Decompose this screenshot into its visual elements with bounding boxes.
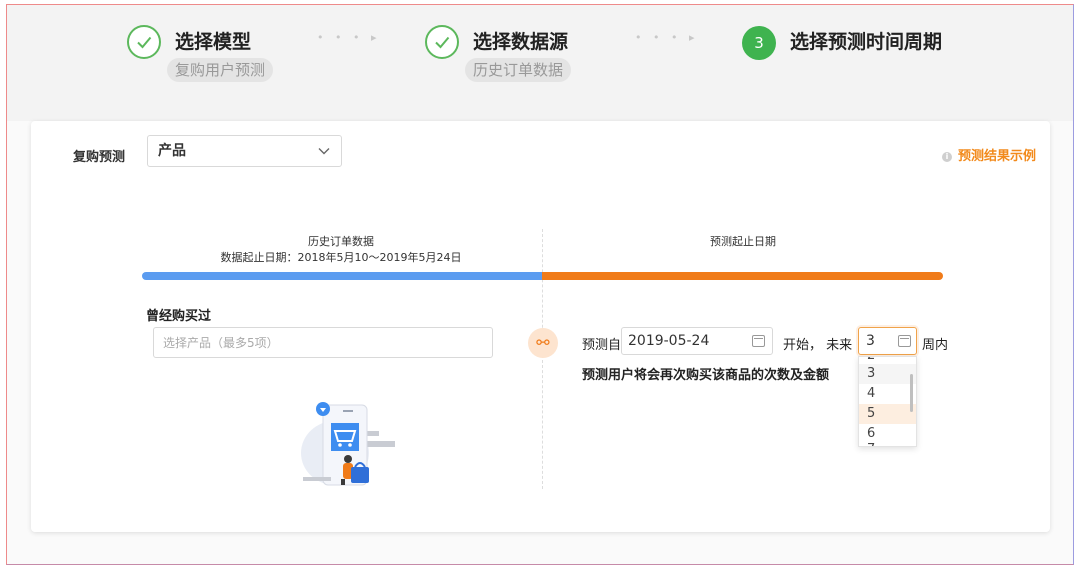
step-3-number: 3 — [742, 26, 776, 60]
calendar-icon — [752, 335, 765, 347]
future-label: 未来 — [826, 338, 853, 353]
history-title: 历史订单数据 — [308, 235, 374, 248]
shopping-illustration-icon — [301, 402, 395, 486]
predict-from-label: 预测自 — [582, 338, 622, 353]
type-select-value: 产品 — [158, 143, 186, 159]
predict-description: 预测用户将会再次购买该商品的次数及金额 — [582, 368, 830, 383]
calendar-icon — [898, 335, 911, 347]
begin-label: 开始， — [783, 338, 823, 353]
history-range: 数据起止日期：2018年5月10～2019年5月24日 — [220, 251, 462, 264]
begin-future-label: 开始， 未来 — [783, 334, 852, 353]
dropdown-option[interactable]: 4 — [859, 384, 916, 404]
step-1-title: 选择模型 — [175, 31, 252, 53]
chevron-down-icon — [318, 148, 330, 155]
wizard-frame: 选择模型 复购用户预测 • • • ▸ 选择数据源 历史订单数据 • • • ▸… — [6, 4, 1074, 565]
weeks-value: 3 — [866, 333, 875, 349]
history-bar — [142, 272, 544, 280]
info-icon: i — [941, 152, 952, 162]
weeks-suffix: 周内 — [922, 338, 949, 353]
step-arrow-icon: • • • ▸ — [635, 31, 699, 44]
dropdown-option[interactable]: 3 — [859, 364, 916, 384]
timeline-divider — [542, 229, 543, 489]
weeks-input[interactable]: 3 — [858, 327, 917, 355]
form-label: 复购预测 — [73, 150, 126, 165]
weeks-dropdown[interactable]: 2 3 4 5 6 7 — [858, 356, 917, 447]
wizard-steps: 选择模型 复购用户预测 • • • ▸ 选择数据源 历史订单数据 • • • ▸… — [7, 5, 1073, 121]
bought-label: 曾经购买过 — [146, 309, 212, 324]
predict-title: 预测起止日期 — [710, 235, 776, 248]
dropdown-scrollbar[interactable] — [910, 374, 913, 412]
dropdown-option[interactable]: 6 — [859, 424, 916, 444]
example-link[interactable]: i 预测结果示例 — [941, 145, 1036, 164]
type-select[interactable]: 产品 — [147, 135, 342, 167]
dropdown-option[interactable]: 5 — [859, 404, 916, 424]
config-card: 复购预测 产品 i 预测结果示例 历史订单数据 数据起止日期：2018年5月10～… — [31, 121, 1050, 532]
step-2-title: 选择数据源 — [473, 31, 569, 53]
step-3-title: 选择预测时间周期 — [790, 31, 943, 53]
dropdown-option-partial[interactable]: 7 — [867, 442, 875, 446]
link-icon: ⚯ — [528, 328, 558, 358]
product-input[interactable] — [153, 327, 493, 358]
start-date-input[interactable]: 2019-05-24 — [621, 327, 773, 355]
example-link-label: 预测结果示例 — [957, 149, 1036, 164]
dropdown-option-partial[interactable]: 2 — [867, 357, 875, 363]
step-1-subtitle: 复购用户预测 — [167, 58, 274, 82]
check-icon — [425, 25, 459, 59]
predict-bar — [542, 272, 943, 280]
step-2-subtitle: 历史订单数据 — [465, 58, 572, 82]
start-date-value: 2019-05-24 — [628, 333, 710, 349]
check-icon — [127, 25, 161, 59]
step-arrow-icon: • • • ▸ — [317, 31, 381, 44]
